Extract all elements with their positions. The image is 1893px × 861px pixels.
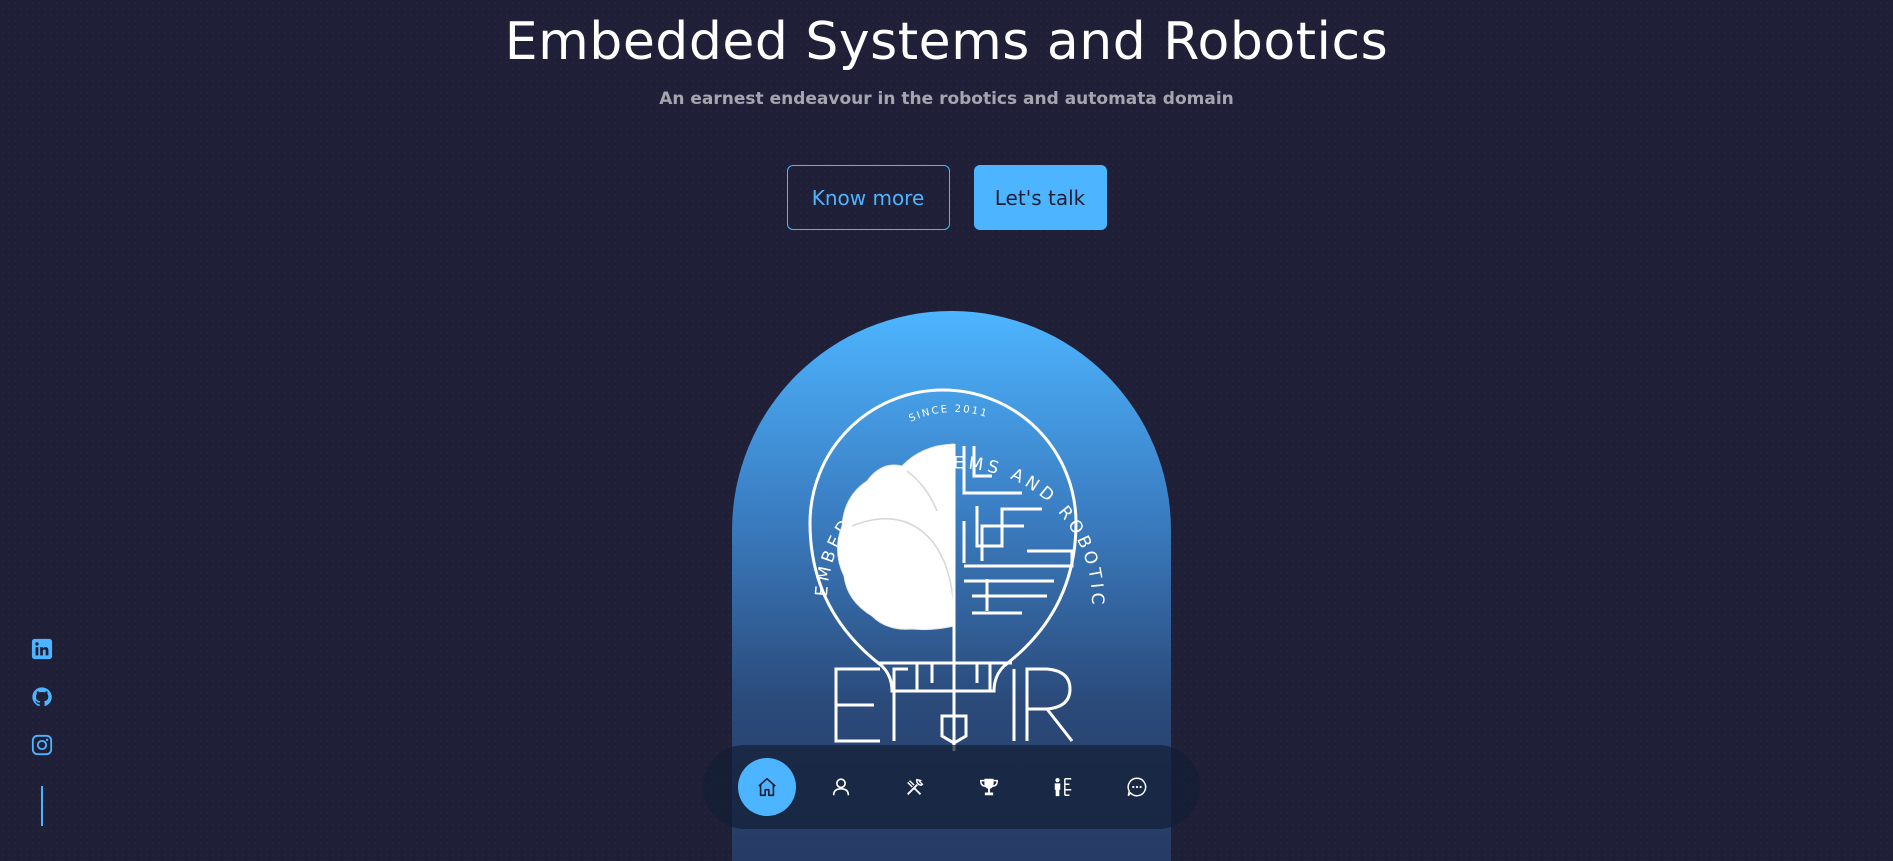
instagram-icon[interactable] — [31, 734, 53, 756]
team-icon — [1054, 778, 1072, 797]
nav-projects[interactable] — [886, 758, 944, 816]
social-divider — [41, 786, 43, 826]
nav-about[interactable] — [812, 758, 870, 816]
nav-home[interactable] — [738, 758, 796, 816]
linkedin-icon[interactable] — [31, 638, 53, 660]
cta-buttons: Know more Let's talk — [0, 165, 1893, 230]
tools-icon — [907, 778, 924, 795]
github-icon[interactable] — [31, 686, 53, 708]
bottom-nav — [703, 745, 1200, 829]
nav-team[interactable] — [1034, 758, 1092, 816]
page-subtitle: An earnest endeavour in the robotics and… — [659, 89, 1234, 109]
know-more-button[interactable]: Know more — [786, 165, 950, 230]
page-title: Embedded Systems and Robotics — [504, 12, 1389, 72]
nav-achievements[interactable] — [960, 758, 1018, 816]
trophy-icon — [980, 778, 998, 796]
social-links — [30, 638, 54, 756]
logo-since-text: SINCE 2011 — [907, 404, 989, 425]
home-icon — [758, 777, 776, 797]
nav-contact[interactable] — [1108, 758, 1166, 816]
chat-icon — [1127, 777, 1147, 797]
lets-talk-button[interactable]: Let's talk — [973, 165, 1107, 230]
user-icon — [832, 778, 850, 796]
